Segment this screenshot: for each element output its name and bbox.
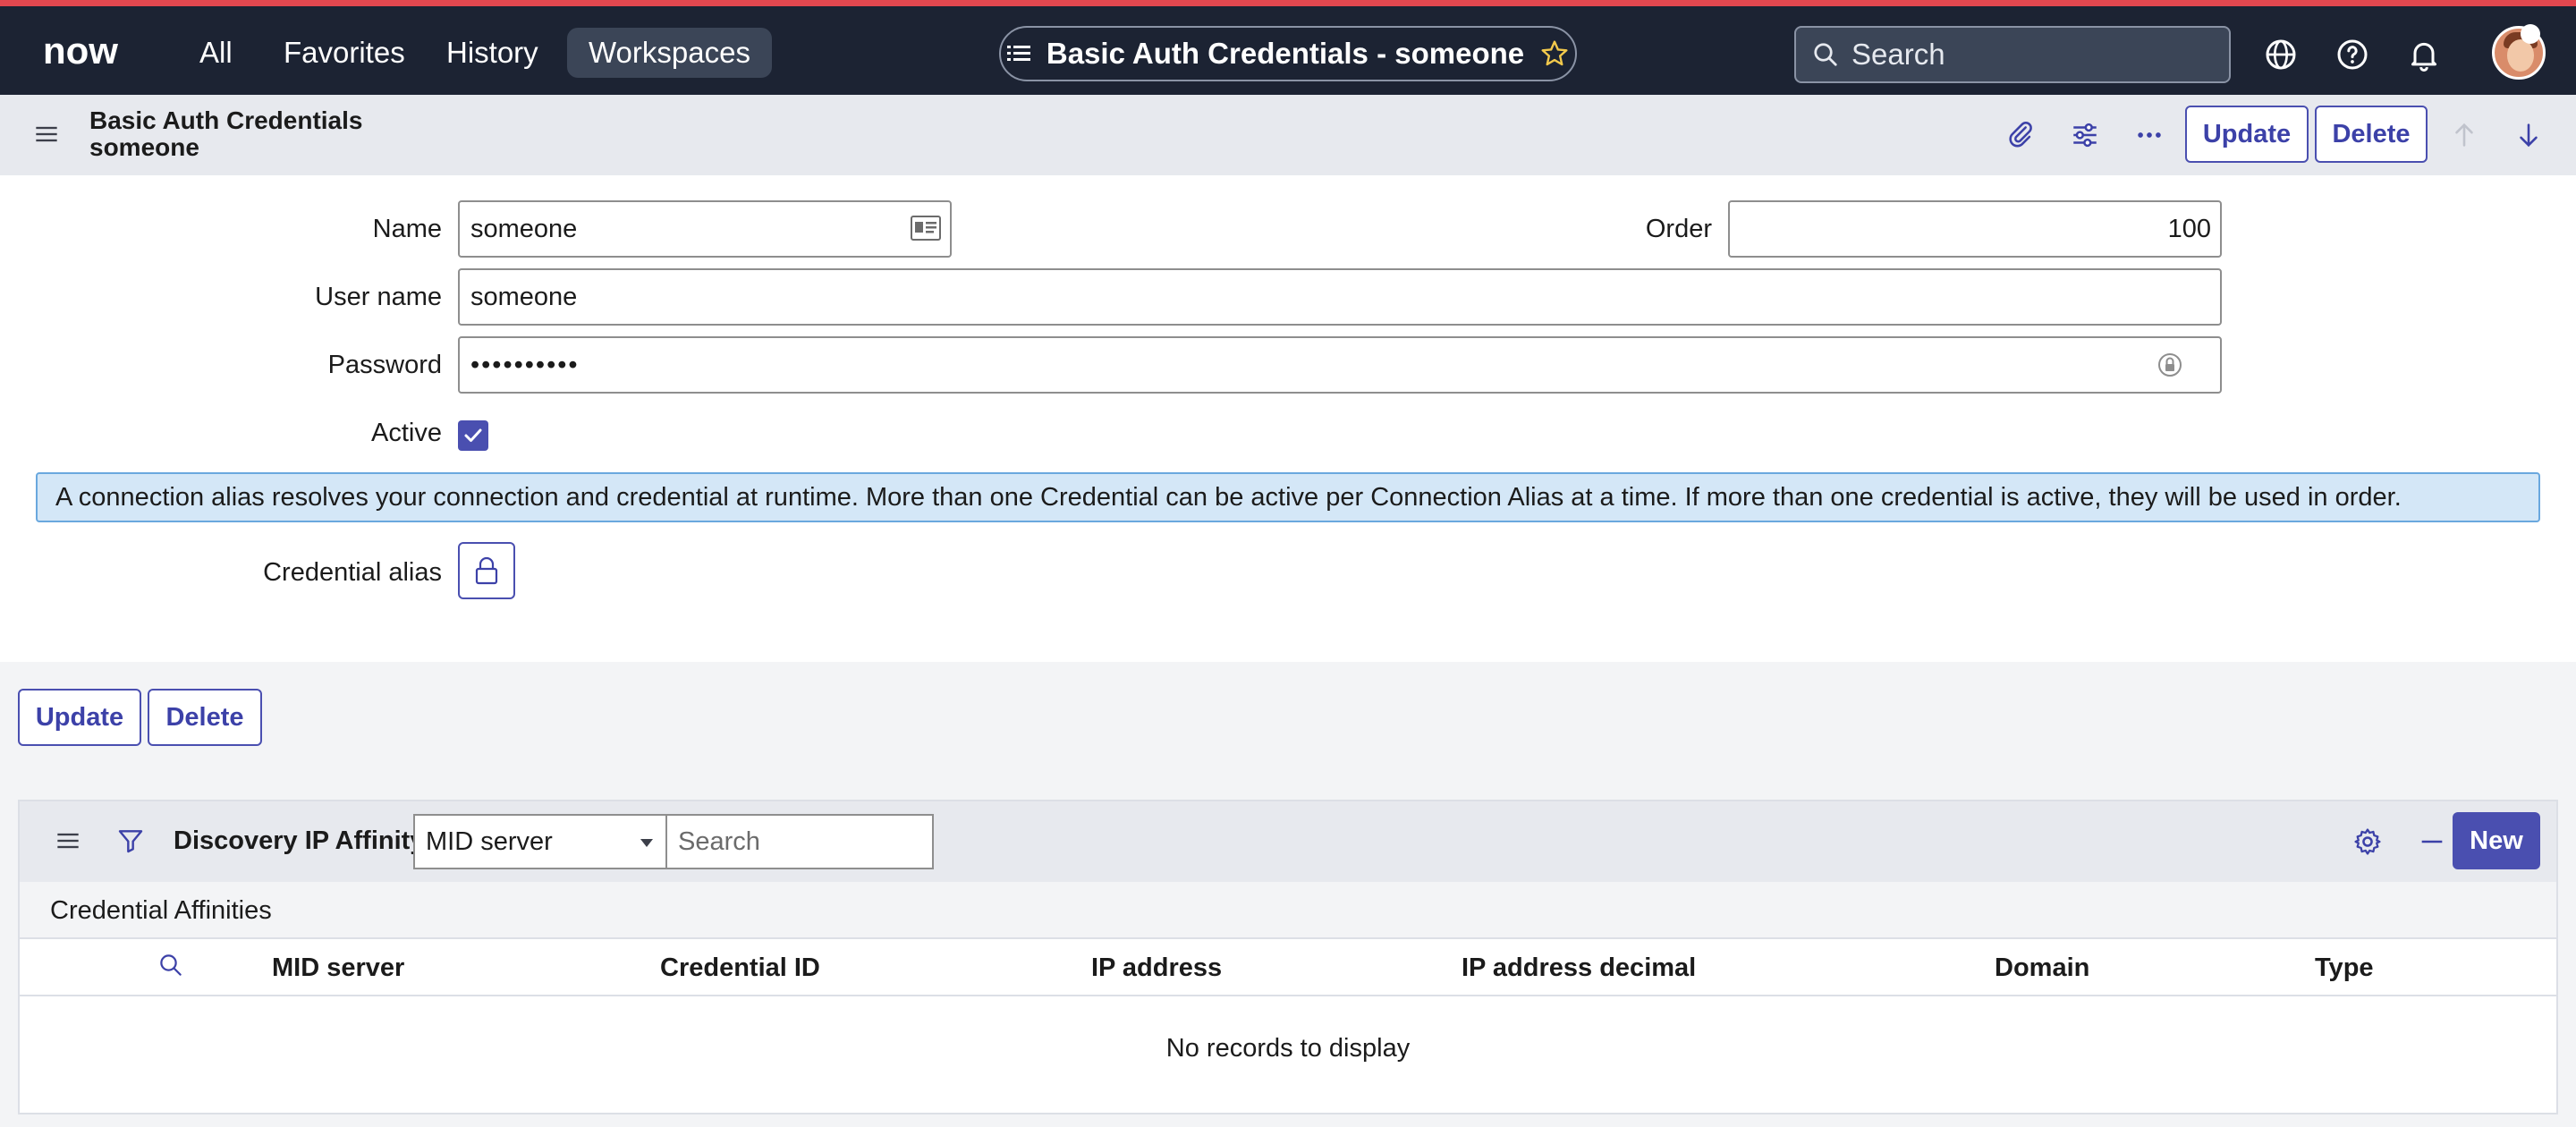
search-field-value: MID server: [426, 827, 553, 856]
order-label: Order: [1645, 215, 1712, 243]
column-header-mid-server[interactable]: MID server: [272, 953, 404, 983]
nav-workspaces[interactable]: Workspaces: [567, 28, 772, 78]
column-header-domain[interactable]: Domain: [1995, 953, 2089, 983]
globe-icon[interactable]: [2263, 37, 2299, 72]
username-field[interactable]: someone: [458, 268, 2222, 326]
avatar-face: [2507, 39, 2534, 72]
search-field-select[interactable]: MID server: [413, 814, 667, 869]
help-icon[interactable]: [2334, 37, 2370, 72]
info-message: A connection alias resolves your connect…: [36, 472, 2540, 522]
active-checkbox[interactable]: [458, 420, 488, 451]
filter-icon[interactable]: [116, 826, 145, 855]
record-title-pill[interactable]: Basic Auth Credentials - someone: [999, 26, 1577, 81]
gear-icon[interactable]: [2352, 826, 2383, 857]
paperclip-icon[interactable]: [2005, 120, 2036, 150]
column-header-credential-id[interactable]: Credential ID: [660, 953, 820, 983]
nav-favorites[interactable]: Favorites: [262, 28, 427, 78]
related-list-discovery-ip-affinity: Discovery IP Affinity MID server Search …: [18, 800, 2558, 1114]
id-card-icon[interactable]: [911, 215, 941, 242]
nav-all[interactable]: All: [178, 28, 254, 78]
arrow-down-icon[interactable]: [2513, 120, 2544, 150]
credential-alias-lookup-button[interactable]: [458, 542, 515, 599]
top-navigation-bar: now All Favorites History Workspaces Bas…: [0, 0, 2576, 95]
active-label: Active: [371, 419, 442, 447]
empty-list-message: No records to display: [1165, 1034, 1411, 1063]
checkmark-icon: [464, 428, 482, 442]
form-body: Name someone Order 100 User name someone…: [0, 175, 2576, 662]
order-field[interactable]: 100: [1728, 200, 2222, 258]
related-list-toolbar: Discovery IP Affinity MID server Search …: [20, 801, 2556, 882]
arrow-up-icon[interactable]: [2449, 120, 2479, 150]
bell-icon[interactable]: [2406, 37, 2442, 72]
minimize-icon[interactable]: [2417, 826, 2447, 857]
column-search-icon[interactable]: [157, 952, 184, 979]
new-button[interactable]: New: [2453, 812, 2540, 869]
column-header-type[interactable]: Type: [2315, 953, 2374, 983]
svg-text:now: now: [43, 31, 118, 71]
column-header-ip-address[interactable]: IP address: [1091, 953, 1222, 983]
star-icon[interactable]: [1540, 39, 1569, 68]
search-icon: [1814, 43, 1837, 66]
password-field[interactable]: ••••••••••: [458, 336, 2222, 394]
delete-button-top[interactable]: Delete: [2315, 106, 2428, 163]
update-button-bottom[interactable]: Update: [18, 689, 141, 746]
global-search-input[interactable]: Search: [1794, 26, 2231, 83]
sliders-icon[interactable]: [2070, 120, 2100, 150]
form-title-line1: Basic Auth Credentials: [89, 106, 363, 134]
update-button-top[interactable]: Update: [2185, 106, 2309, 163]
form-header: Basic Auth Credentials someone Update De…: [0, 95, 2576, 175]
search-placeholder: Search: [1852, 38, 1945, 71]
related-list-title: Discovery IP Affinity: [174, 826, 425, 855]
name-value: someone: [470, 215, 578, 243]
now-logo[interactable]: now: [43, 31, 143, 71]
caret-down-icon: [640, 839, 653, 847]
list-icon: [1006, 46, 1030, 61]
column-header-ip-address-decimal[interactable]: IP address decimal: [1462, 953, 1696, 983]
username-label: User name: [315, 283, 442, 311]
header-divider: [20, 995, 2556, 996]
name-label: Name: [372, 215, 442, 243]
related-list-subtitle: Credential Affinities: [20, 882, 2556, 939]
form-title: Basic Auth Credentials someone: [89, 107, 362, 161]
name-field[interactable]: someone: [458, 200, 952, 258]
menu-icon[interactable]: [34, 122, 59, 147]
avatar-badge: [2521, 24, 2540, 44]
more-options-icon[interactable]: [2134, 120, 2165, 150]
password-label: Password: [327, 351, 442, 379]
credential-alias-label: Credential alias: [263, 558, 442, 587]
password-manager-icon[interactable]: [2156, 351, 2184, 381]
lock-icon: [475, 556, 498, 585]
record-title: Basic Auth Credentials - someone: [1046, 37, 1525, 70]
delete-button-bottom[interactable]: Delete: [148, 689, 262, 746]
related-list-search-input[interactable]: Search: [665, 814, 934, 869]
list-menu-icon[interactable]: [55, 828, 80, 853]
password-value: ••••••••••: [470, 351, 580, 379]
form-title-line2: someone: [89, 133, 199, 161]
nav-history[interactable]: History: [425, 28, 560, 78]
